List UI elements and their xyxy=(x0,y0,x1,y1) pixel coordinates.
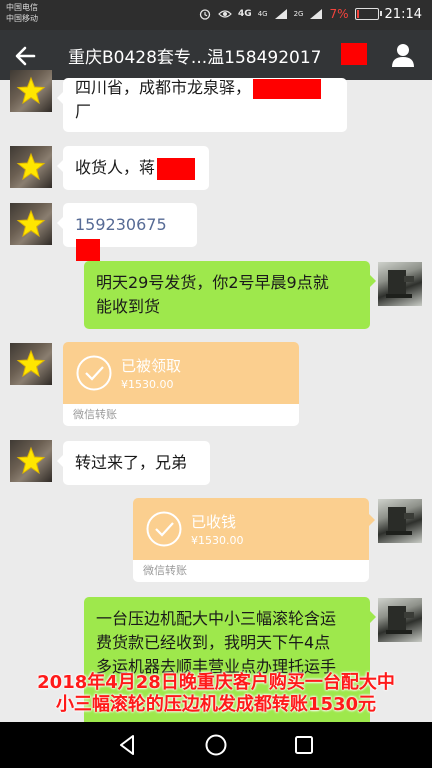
star-sticker-icon xyxy=(16,446,46,475)
back-button[interactable] xyxy=(12,42,40,70)
message-text: 明天29号发货，你2号早晨9点就 xyxy=(96,273,329,292)
transfer-card-claimed[interactable]: 已被领取 ¥1530.00 微信转账 xyxy=(63,342,299,426)
message-text-line2: 能收到货 xyxy=(96,297,161,316)
star-sticker-icon xyxy=(16,209,46,238)
star-sticker-icon xyxy=(16,76,46,105)
chat-title: 重庆B0428套专...温158492017 xyxy=(68,48,322,68)
transfer-status: 已收钱 xyxy=(191,513,237,531)
back-arrow-icon xyxy=(15,46,36,66)
redaction-block xyxy=(157,157,196,180)
bubble-tail xyxy=(369,514,375,526)
battery-percent: 7% xyxy=(329,7,349,21)
carrier-2: 中国移动 xyxy=(6,14,38,23)
alarm-icon xyxy=(198,8,212,20)
message-bubble-phone[interactable]: 159230675 xyxy=(57,203,197,261)
message-text: 转过来了，兄弟 xyxy=(75,453,188,472)
message-text-line2: 费货款已经收到，我明天下午4点 xyxy=(96,633,331,652)
carrier-1: 中国电信 xyxy=(6,3,38,12)
wechat-chat-screen: 中国电信 中国移动 4G 4G 2G 7% 21:14 重庆B0428套专...… xyxy=(0,0,432,768)
message-bubble-address[interactable]: 四川省，成都市龙泉驿， 厂 xyxy=(57,78,347,132)
signal-icon xyxy=(274,8,288,20)
navigation-bar xyxy=(0,722,432,768)
caption-overlay: 2018年4月28日晚重庆客户购买一台配大中 小三幅滚轮的压边机发成都转账153… xyxy=(0,672,432,716)
network-type-1: 4G xyxy=(238,9,252,19)
machine-photo-icon xyxy=(386,507,414,535)
title-bar: 重庆B0428套专...温158492017 xyxy=(0,30,432,80)
redaction-block xyxy=(253,78,322,99)
network-type-3: 2G xyxy=(293,10,304,18)
machine-photo-icon xyxy=(386,270,414,298)
own-avatar[interactable] xyxy=(378,262,422,306)
contact-avatar[interactable] xyxy=(10,70,52,112)
transfer-footer: 微信转账 xyxy=(63,404,299,426)
machine-photo-icon xyxy=(386,606,414,634)
message-bubble-transferred[interactable]: 转过来了，兄弟 xyxy=(57,441,210,485)
status-icons: 4G 4G 2G 7% 21:14 xyxy=(198,5,422,23)
triangle-back-icon xyxy=(120,735,134,755)
eye-icon xyxy=(218,8,232,20)
carrier-info: 中国电信 中国移动 xyxy=(6,2,38,24)
star-sticker-icon xyxy=(16,349,46,378)
phone-number-link[interactable]: 159230675 xyxy=(75,215,167,234)
circle-home-icon xyxy=(205,734,227,756)
caption-line-1: 2018年4月28日晚重庆客户购买一台配大中 xyxy=(37,672,395,693)
check-circle-icon xyxy=(76,355,112,391)
check-circle-icon xyxy=(146,511,182,547)
transfer-amount: ¥1530.00 xyxy=(191,534,244,547)
nav-home-button[interactable] xyxy=(204,733,228,757)
redaction-block xyxy=(76,238,100,261)
battery-icon xyxy=(354,8,382,20)
star-sticker-icon xyxy=(16,152,46,181)
message-text: 收货人，蒋 xyxy=(75,158,156,177)
own-avatar[interactable] xyxy=(378,499,422,543)
message-text-line2: 厂 xyxy=(75,102,92,121)
transfer-status: 已被领取 xyxy=(121,357,182,375)
message-bubble-receiver[interactable]: 收货人，蒋 xyxy=(57,146,209,190)
person-icon xyxy=(392,44,414,67)
contact-avatar[interactable] xyxy=(10,203,52,245)
contact-avatar[interactable] xyxy=(10,146,52,188)
nav-recents-button[interactable] xyxy=(292,733,316,757)
chat-info-button[interactable] xyxy=(390,42,416,68)
status-bar: 中国电信 中国移动 4G 4G 2G 7% 21:14 xyxy=(0,0,432,30)
contact-avatar[interactable] xyxy=(10,343,52,385)
clock: 21:14 xyxy=(384,6,422,22)
contact-avatar[interactable] xyxy=(10,440,52,482)
transfer-amount: ¥1530.00 xyxy=(121,378,174,391)
square-recents-icon xyxy=(295,736,313,754)
signal-icon-2 xyxy=(309,8,323,20)
transfer-footer: 微信转账 xyxy=(133,560,369,582)
message-text: 一台压边机配大中小三幅滚轮含运 xyxy=(96,609,337,628)
redaction-block xyxy=(341,43,367,65)
transfer-card-collected[interactable]: 已收钱 ¥1530.00 微信转账 xyxy=(133,498,369,582)
caption-line-2: 小三幅滚轮的压边机发成都转账1530元 xyxy=(55,694,377,715)
message-text: 四川省，成都市龙泉驿， xyxy=(75,78,252,97)
nav-back-button[interactable] xyxy=(116,733,140,757)
message-bubble-shipping[interactable]: 明天29号发货，你2号早晨9点就 能收到货 xyxy=(84,261,376,329)
own-avatar[interactable] xyxy=(378,598,422,642)
network-type-2: 4G xyxy=(257,10,268,18)
